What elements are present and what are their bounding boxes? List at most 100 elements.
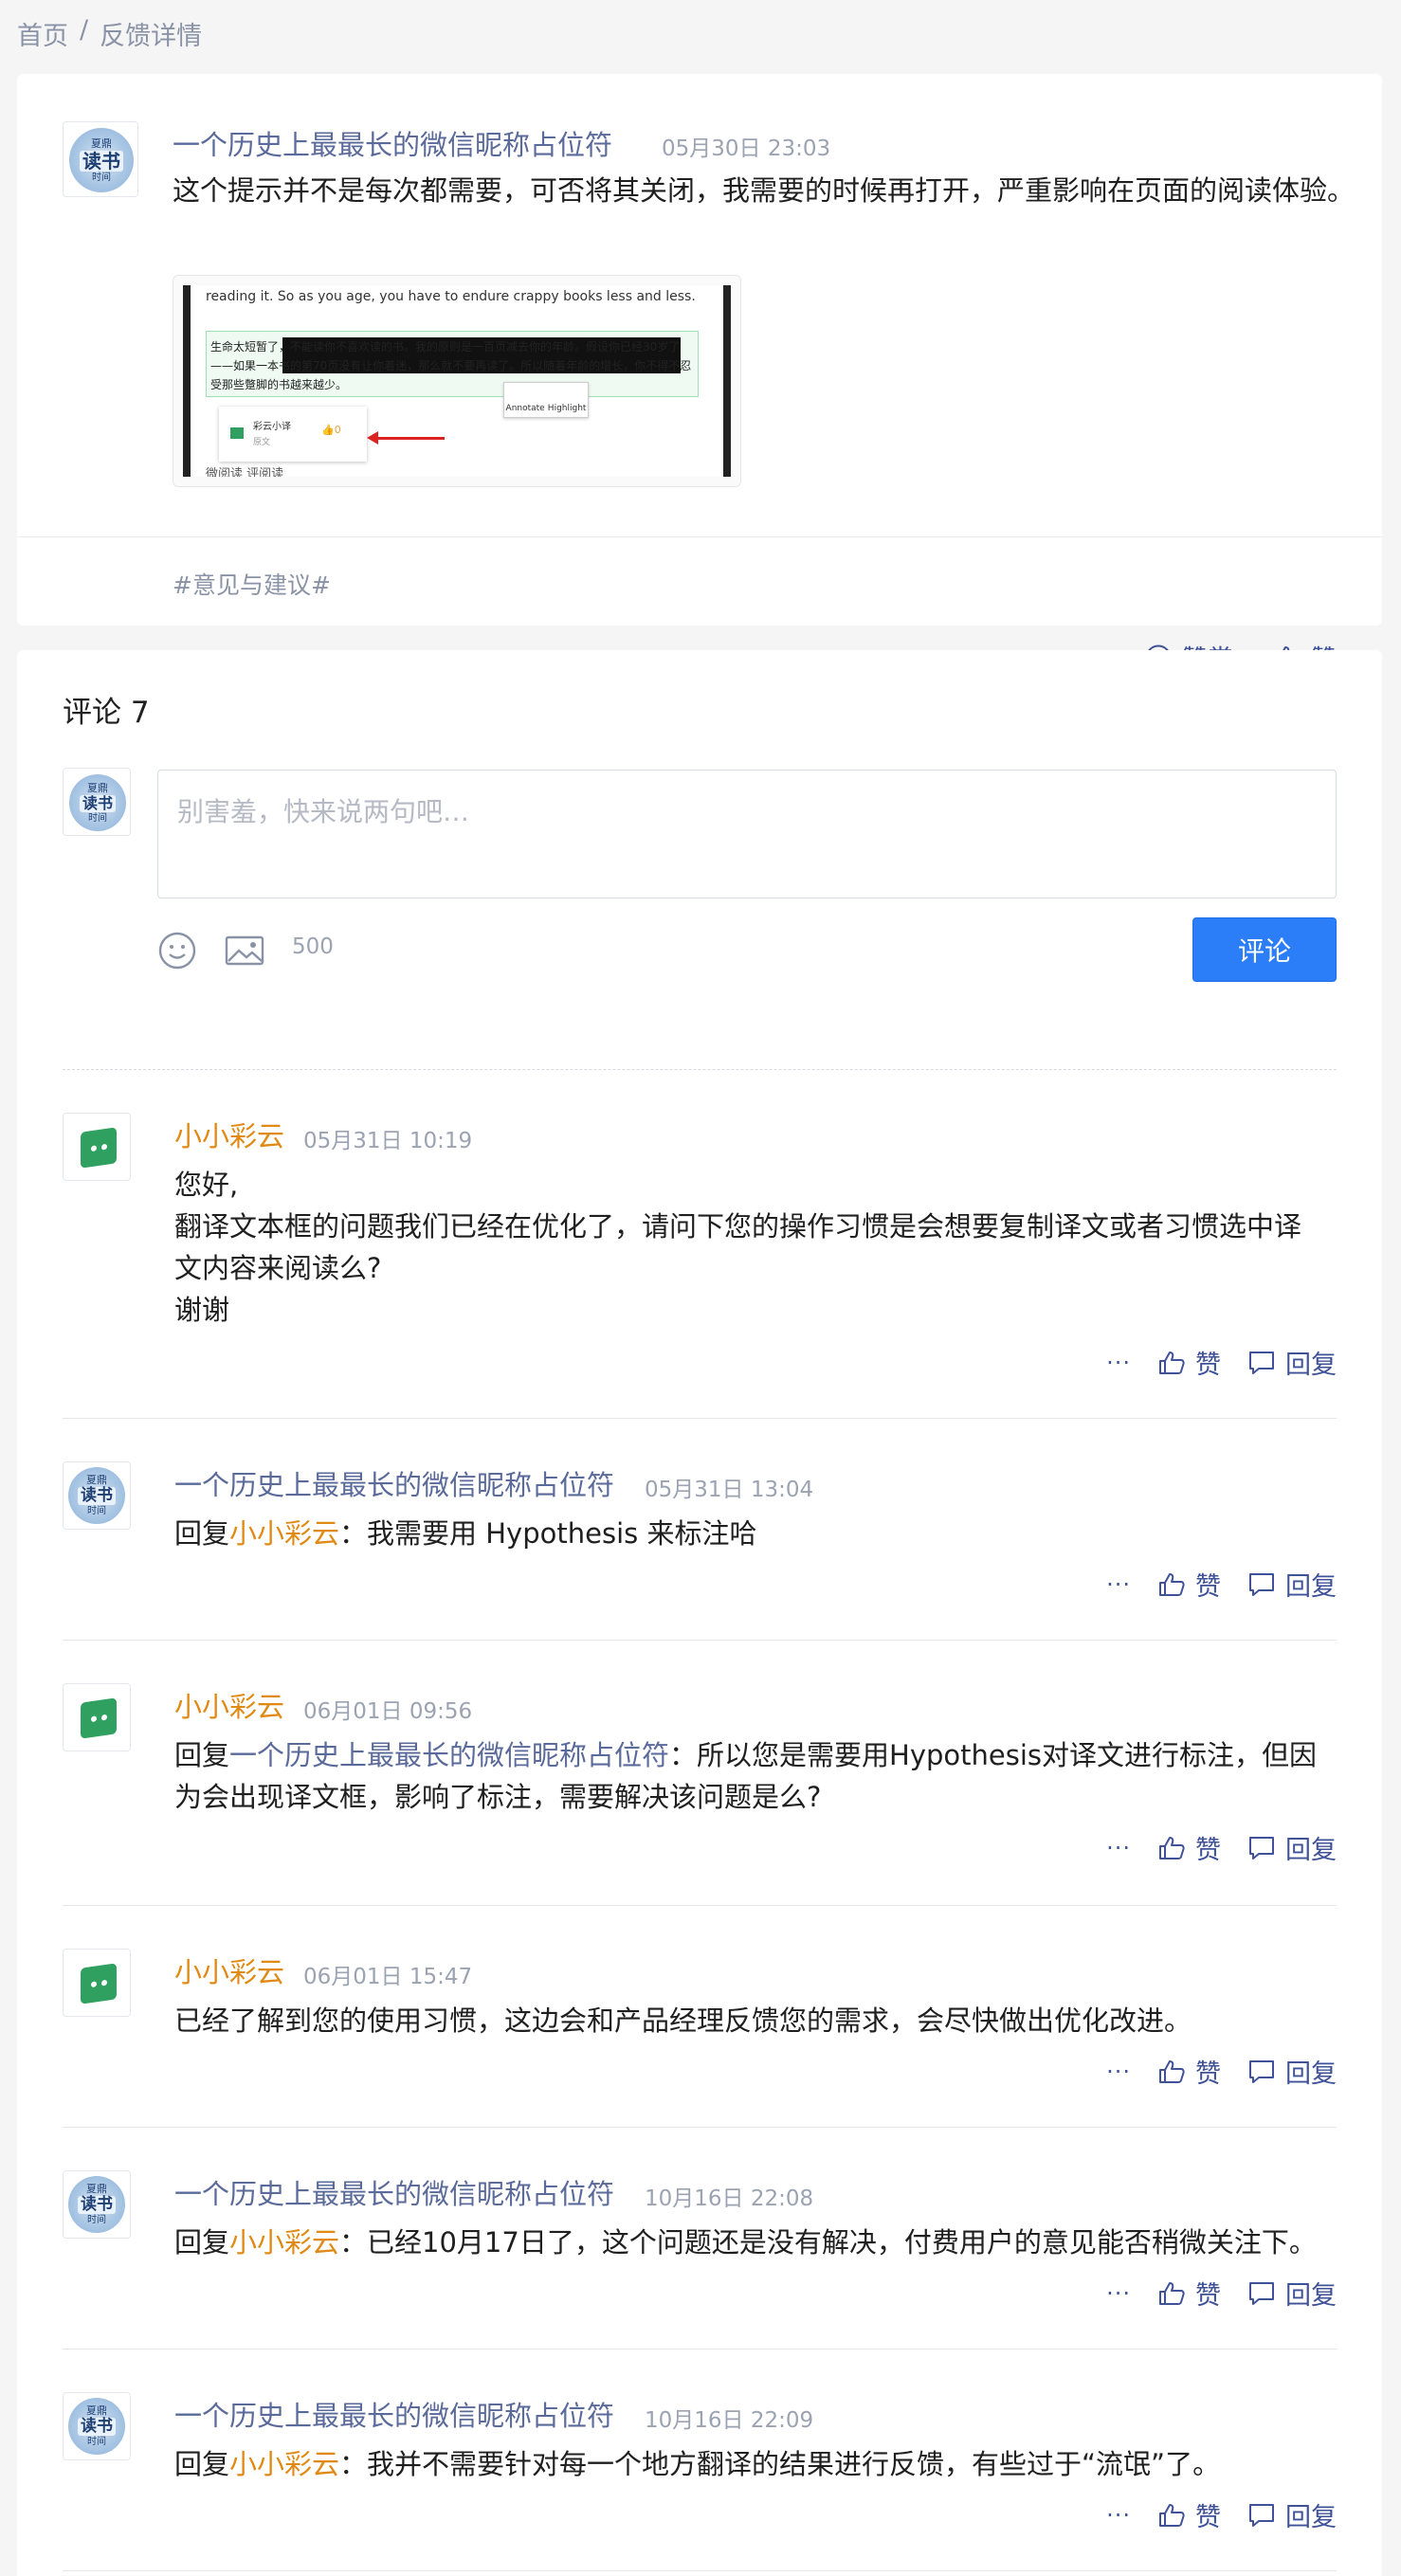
bot-avatar[interactable]: [63, 1683, 131, 1751]
reply-label: 回复: [1285, 2059, 1337, 2089]
comment-item: 夏鼎 读书 时间 一个历史上最最长的微信昵称占位符 10月16日 22:08 回…: [63, 2170, 1337, 2311]
like-button[interactable]: 赞: [1157, 1566, 1221, 1603]
post-tag[interactable]: #意见与建议#: [173, 567, 331, 601]
like-label: 赞: [1195, 1351, 1221, 1380]
image-highlight-block: 生命太短暂了，不能读你不喜欢读的书。我的原则是一百页减去你的年龄。假设你已经30…: [206, 331, 699, 397]
reply-label: 回复: [1285, 2281, 1337, 2311]
avatar-text-top: 夏鼎: [86, 2404, 107, 2417]
image-text-top: reading it. So as you age, you have to e…: [206, 289, 696, 304]
image-text-bottom: 微阅读 评阅读: [206, 467, 284, 477]
reply-prefix: 回复: [174, 2226, 230, 2259]
comment-actions: ··· 赞 回复: [1106, 1344, 1337, 1381]
comment-item: 夏鼎 读书 时间 一个历史上最最长的微信昵称占位符 10月16日 22:09 回…: [63, 2392, 1337, 2532]
reading-logo-icon: 夏鼎 读书 时间: [69, 774, 126, 831]
more-button[interactable]: ···: [1106, 1835, 1131, 1861]
like-button[interactable]: 赞: [1157, 2053, 1221, 2090]
comment-author[interactable]: 一个历史上最最长的微信昵称占位符: [174, 1463, 614, 1503]
reading-logo-icon: 夏鼎 读书 时间: [68, 1467, 125, 1524]
bot-avatar[interactable]: [63, 1113, 131, 1181]
comment-separator: [63, 1418, 1337, 1419]
post-divider: [17, 536, 1382, 537]
thumbs-up-icon: [1159, 1351, 1185, 1374]
tooltip-annotate-label: Annotate: [505, 404, 545, 413]
post-author-name[interactable]: 一个历史上最最长的微信昵称占位符: [173, 123, 612, 163]
more-button[interactable]: ···: [1106, 2059, 1131, 2085]
reply-label: 回复: [1285, 1351, 1337, 1380]
more-button[interactable]: ···: [1106, 1350, 1131, 1376]
comment-author[interactable]: 一个历史上最最长的微信昵称占位符: [174, 2394, 614, 2434]
comment-time: 05月31日 13:04: [645, 1478, 814, 1502]
comment-body: 回复一个历史上最最长的微信昵称占位符：所以您是需要用Hypothesis对译文进…: [174, 1734, 1337, 1818]
comment-body: 回复小小彩云：已经10月17日了，这个问题还是没有解决，付费用户的意见能否稍微关…: [174, 2222, 1337, 2263]
reading-logo-icon: 夏鼎 读书 时间: [68, 2176, 125, 2233]
breadcrumb-separator: /: [80, 15, 89, 45]
user-avatar[interactable]: 夏鼎 读书 时间: [63, 2392, 131, 2460]
comment-author[interactable]: 小小彩云: [174, 1685, 284, 1725]
reply-label: 回复: [1285, 1836, 1337, 1865]
bot-avatar[interactable]: [63, 1949, 131, 2017]
reading-logo-icon: 夏鼎 读书 时间: [68, 2398, 125, 2455]
comment-separator: [63, 1905, 1337, 1906]
comment-actions: ··· 赞 回复: [1106, 2496, 1337, 2533]
popup-like-count: 0: [334, 424, 341, 436]
post-attachment-image[interactable]: reading it. So as you age, you have to e…: [173, 275, 741, 487]
comment-time: 10月16日 22:08: [645, 2186, 814, 2211]
like-button[interactable]: 赞: [1157, 1829, 1221, 1866]
reply-prefix: 回复: [174, 1739, 230, 1771]
user-avatar[interactable]: 夏鼎 读书 时间: [63, 2170, 131, 2239]
like-button[interactable]: 赞: [1157, 1344, 1221, 1381]
reply-prefix: 回复: [174, 2448, 230, 2480]
comment-line: 谢谢: [174, 1294, 230, 1326]
reply-button[interactable]: 回复: [1247, 1344, 1337, 1381]
breadcrumb-home[interactable]: 首页: [17, 15, 68, 52]
like-label: 赞: [1195, 2281, 1221, 2311]
comment-item: 小小彩云 05月31日 10:19 您好, 翻译文本框的问题我们已经在优化了，请…: [63, 1113, 1337, 1380]
reply-button[interactable]: 回复: [1247, 1829, 1337, 1866]
dashed-divider: [63, 1069, 1337, 1070]
reply-button[interactable]: 回复: [1247, 2275, 1337, 2312]
post-author-avatar[interactable]: 夏鼎 读书 时间: [63, 121, 138, 197]
comment-author[interactable]: 一个历史上最最长的微信昵称占位符: [174, 2172, 614, 2212]
popup-sub: 原文: [253, 438, 271, 447]
comment-body: 回复小小彩云：我需要用 Hypothesis 来标注哈: [174, 1513, 1337, 1554]
reply-label: 回复: [1285, 1572, 1337, 1602]
more-button[interactable]: ···: [1106, 2502, 1131, 2529]
like-button[interactable]: 赞: [1157, 2496, 1221, 2533]
caiyun-icon: [81, 1963, 117, 2005]
avatar-text-bottom: 时间: [87, 2437, 106, 2447]
speech-bubble-icon: [1249, 1572, 1274, 1596]
screenshot-content: reading it. So as you age, you have to e…: [183, 285, 731, 477]
user-avatar[interactable]: 夏鼎 读书 时间: [63, 1461, 131, 1530]
like-button[interactable]: 赞: [1157, 2275, 1221, 2312]
speech-bubble-icon: [1249, 1351, 1274, 1374]
tooltip-highlight-label: Highlight: [547, 404, 587, 413]
more-button[interactable]: ···: [1106, 1571, 1131, 1598]
avatar-text-bottom: 时间: [92, 172, 111, 183]
comment-input[interactable]: [157, 770, 1337, 898]
submit-comment-button[interactable]: 评论: [1192, 917, 1337, 982]
comment-time: 06月01日 09:56: [303, 1699, 473, 1724]
image-upload-button[interactable]: [224, 931, 265, 974]
avatar-text-top: 夏鼎: [86, 1474, 107, 1486]
reply-button[interactable]: 回复: [1247, 1566, 1337, 1603]
comment-author[interactable]: 小小彩云: [174, 1950, 284, 1990]
like-label: 赞: [1195, 1836, 1221, 1865]
reply-mention[interactable]: 小小彩云: [229, 1517, 339, 1550]
more-button[interactable]: ···: [1106, 2280, 1131, 2307]
caiyun-icon: [230, 427, 244, 439]
like-label: 赞: [1195, 1572, 1221, 1602]
emoji-button[interactable]: [157, 931, 197, 974]
comment-author[interactable]: 小小彩云: [174, 1115, 284, 1154]
reply-mention[interactable]: 小小彩云: [229, 2226, 339, 2259]
reading-logo-icon: 夏鼎 读书 时间: [69, 128, 134, 192]
reply-mention[interactable]: 小小彩云: [229, 2448, 339, 2480]
avatar-text-mid: 读书: [80, 150, 123, 172]
post-body: 这个提示并不是每次都需要，可否将其关闭，我需要的时候再打开，严重影响在页面的阅读…: [173, 174, 1356, 207]
reply-button[interactable]: 回复: [1247, 2053, 1337, 2090]
reply-mention[interactable]: 一个历史上最最长的微信昵称占位符: [229, 1739, 669, 1771]
comment-actions: ··· 赞 回复: [1106, 2053, 1337, 2090]
comment-item: 夏鼎 读书 时间 一个历史上最最长的微信昵称占位符 05月31日 13:04 回…: [63, 1461, 1337, 1602]
reply-button[interactable]: 回复: [1247, 2496, 1337, 2533]
reply-prefix: 回复: [174, 1517, 230, 1550]
comment-time: 10月16日 22:09: [645, 2408, 814, 2433]
